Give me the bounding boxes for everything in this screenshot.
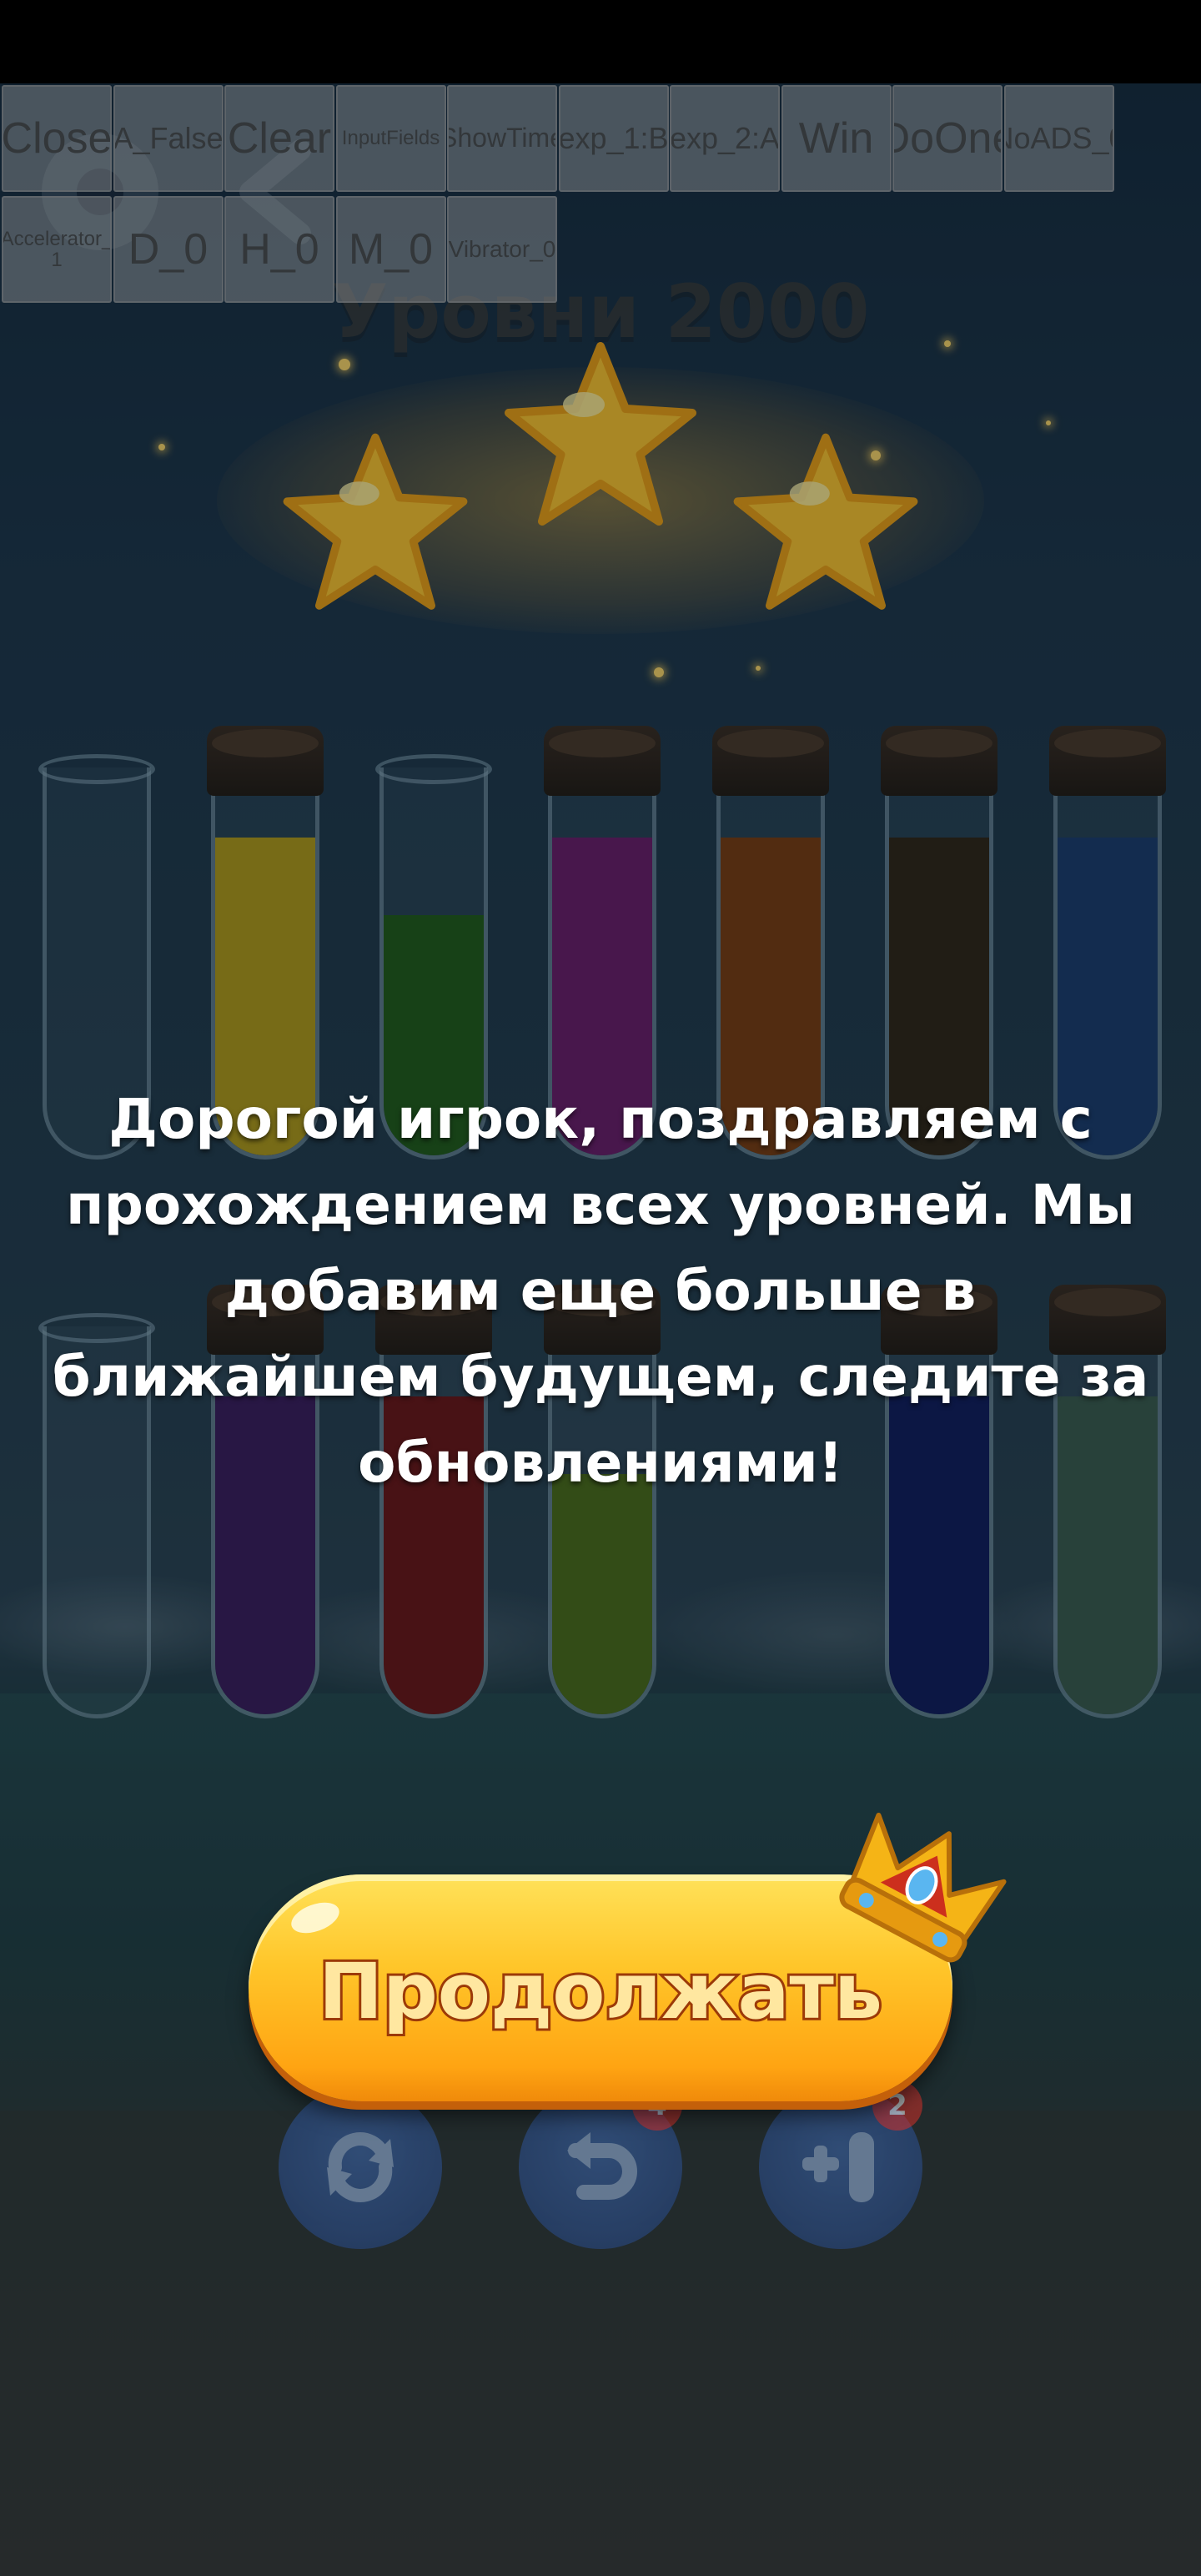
game-screen: Уровни 2000 Close A_False Clear InputFields… — [0, 0, 1201, 2576]
add-tube-icon — [802, 2132, 874, 2202]
crown-icon — [839, 1812, 1007, 1963]
completion-message: Дорогой игрок, поздравляем с прохождение… — [52, 1087, 1149, 1495]
status-bar — [0, 0, 1201, 83]
continue-label: Продолжать — [316, 1945, 885, 2039]
undo-icon — [567, 2132, 637, 2200]
restart-button[interactable] — [279, 2085, 442, 2249]
restart-icon — [327, 2132, 394, 2202]
